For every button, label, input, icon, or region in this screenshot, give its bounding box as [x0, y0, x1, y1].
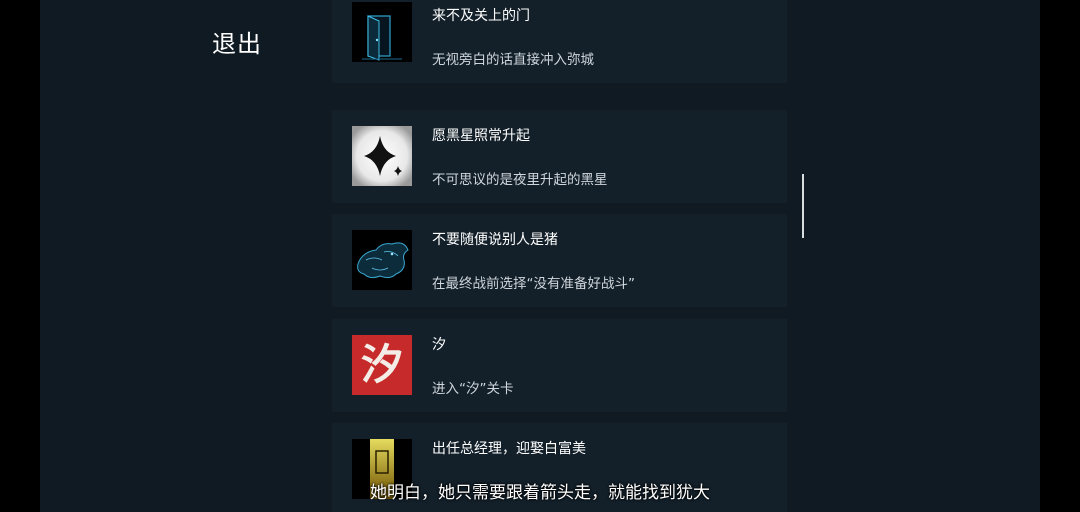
- scrollbar[interactable]: [802, 174, 804, 238]
- exit-button[interactable]: 退出: [212, 24, 262, 59]
- achievement-description: 不可思议的是夜里升起的黑星: [432, 172, 608, 188]
- achievements-screen: 退出 来不及关上的门 无视旁白的话直接冲入弥城 愿黑星照常升起 不可思议的是夜里…: [0, 0, 1080, 512]
- achievement-description: 进入“汐”关卡: [432, 381, 514, 397]
- achievement-list[interactable]: 来不及关上的门 无视旁白的话直接冲入弥城 愿黑星照常升起 不可思议的是夜里升起的…: [332, 0, 787, 512]
- achievement-description: 在最终战前选择“没有准备好战斗”: [432, 276, 635, 292]
- achievement-card[interactable]: 来不及关上的门 无视旁白的话直接冲入弥城: [332, 0, 787, 83]
- achievement-title: 愿黑星照常升起: [432, 128, 530, 144]
- dialogue-subtitle: 她明白，她只需要跟着箭头走，就能找到犹大: [370, 483, 710, 503]
- achievement-description: 无视旁白的话直接冲入弥城: [432, 52, 594, 68]
- door-icon: [352, 2, 412, 62]
- xi-character-glyph: 汐: [360, 340, 403, 389]
- xi-character-icon: 汐: [352, 335, 412, 395]
- achievement-card[interactable]: 愿黑星照常升起 不可思议的是夜里升起的黑星: [332, 110, 787, 203]
- achievement-title: 不要随便说别人是猪: [432, 232, 558, 248]
- achievement-card[interactable]: 汐 汐 进入“汐”关卡: [332, 319, 787, 412]
- achievement-title: 来不及关上的门: [432, 8, 530, 24]
- black-star-icon: [352, 126, 412, 186]
- pig-icon: [352, 230, 412, 290]
- achievement-title: 汐: [432, 337, 446, 353]
- achievement-card[interactable]: 不要随便说别人是猪 在最终战前选择“没有准备好战斗”: [332, 214, 787, 307]
- achievement-title: 出任总经理，迎娶白富美: [432, 441, 586, 457]
